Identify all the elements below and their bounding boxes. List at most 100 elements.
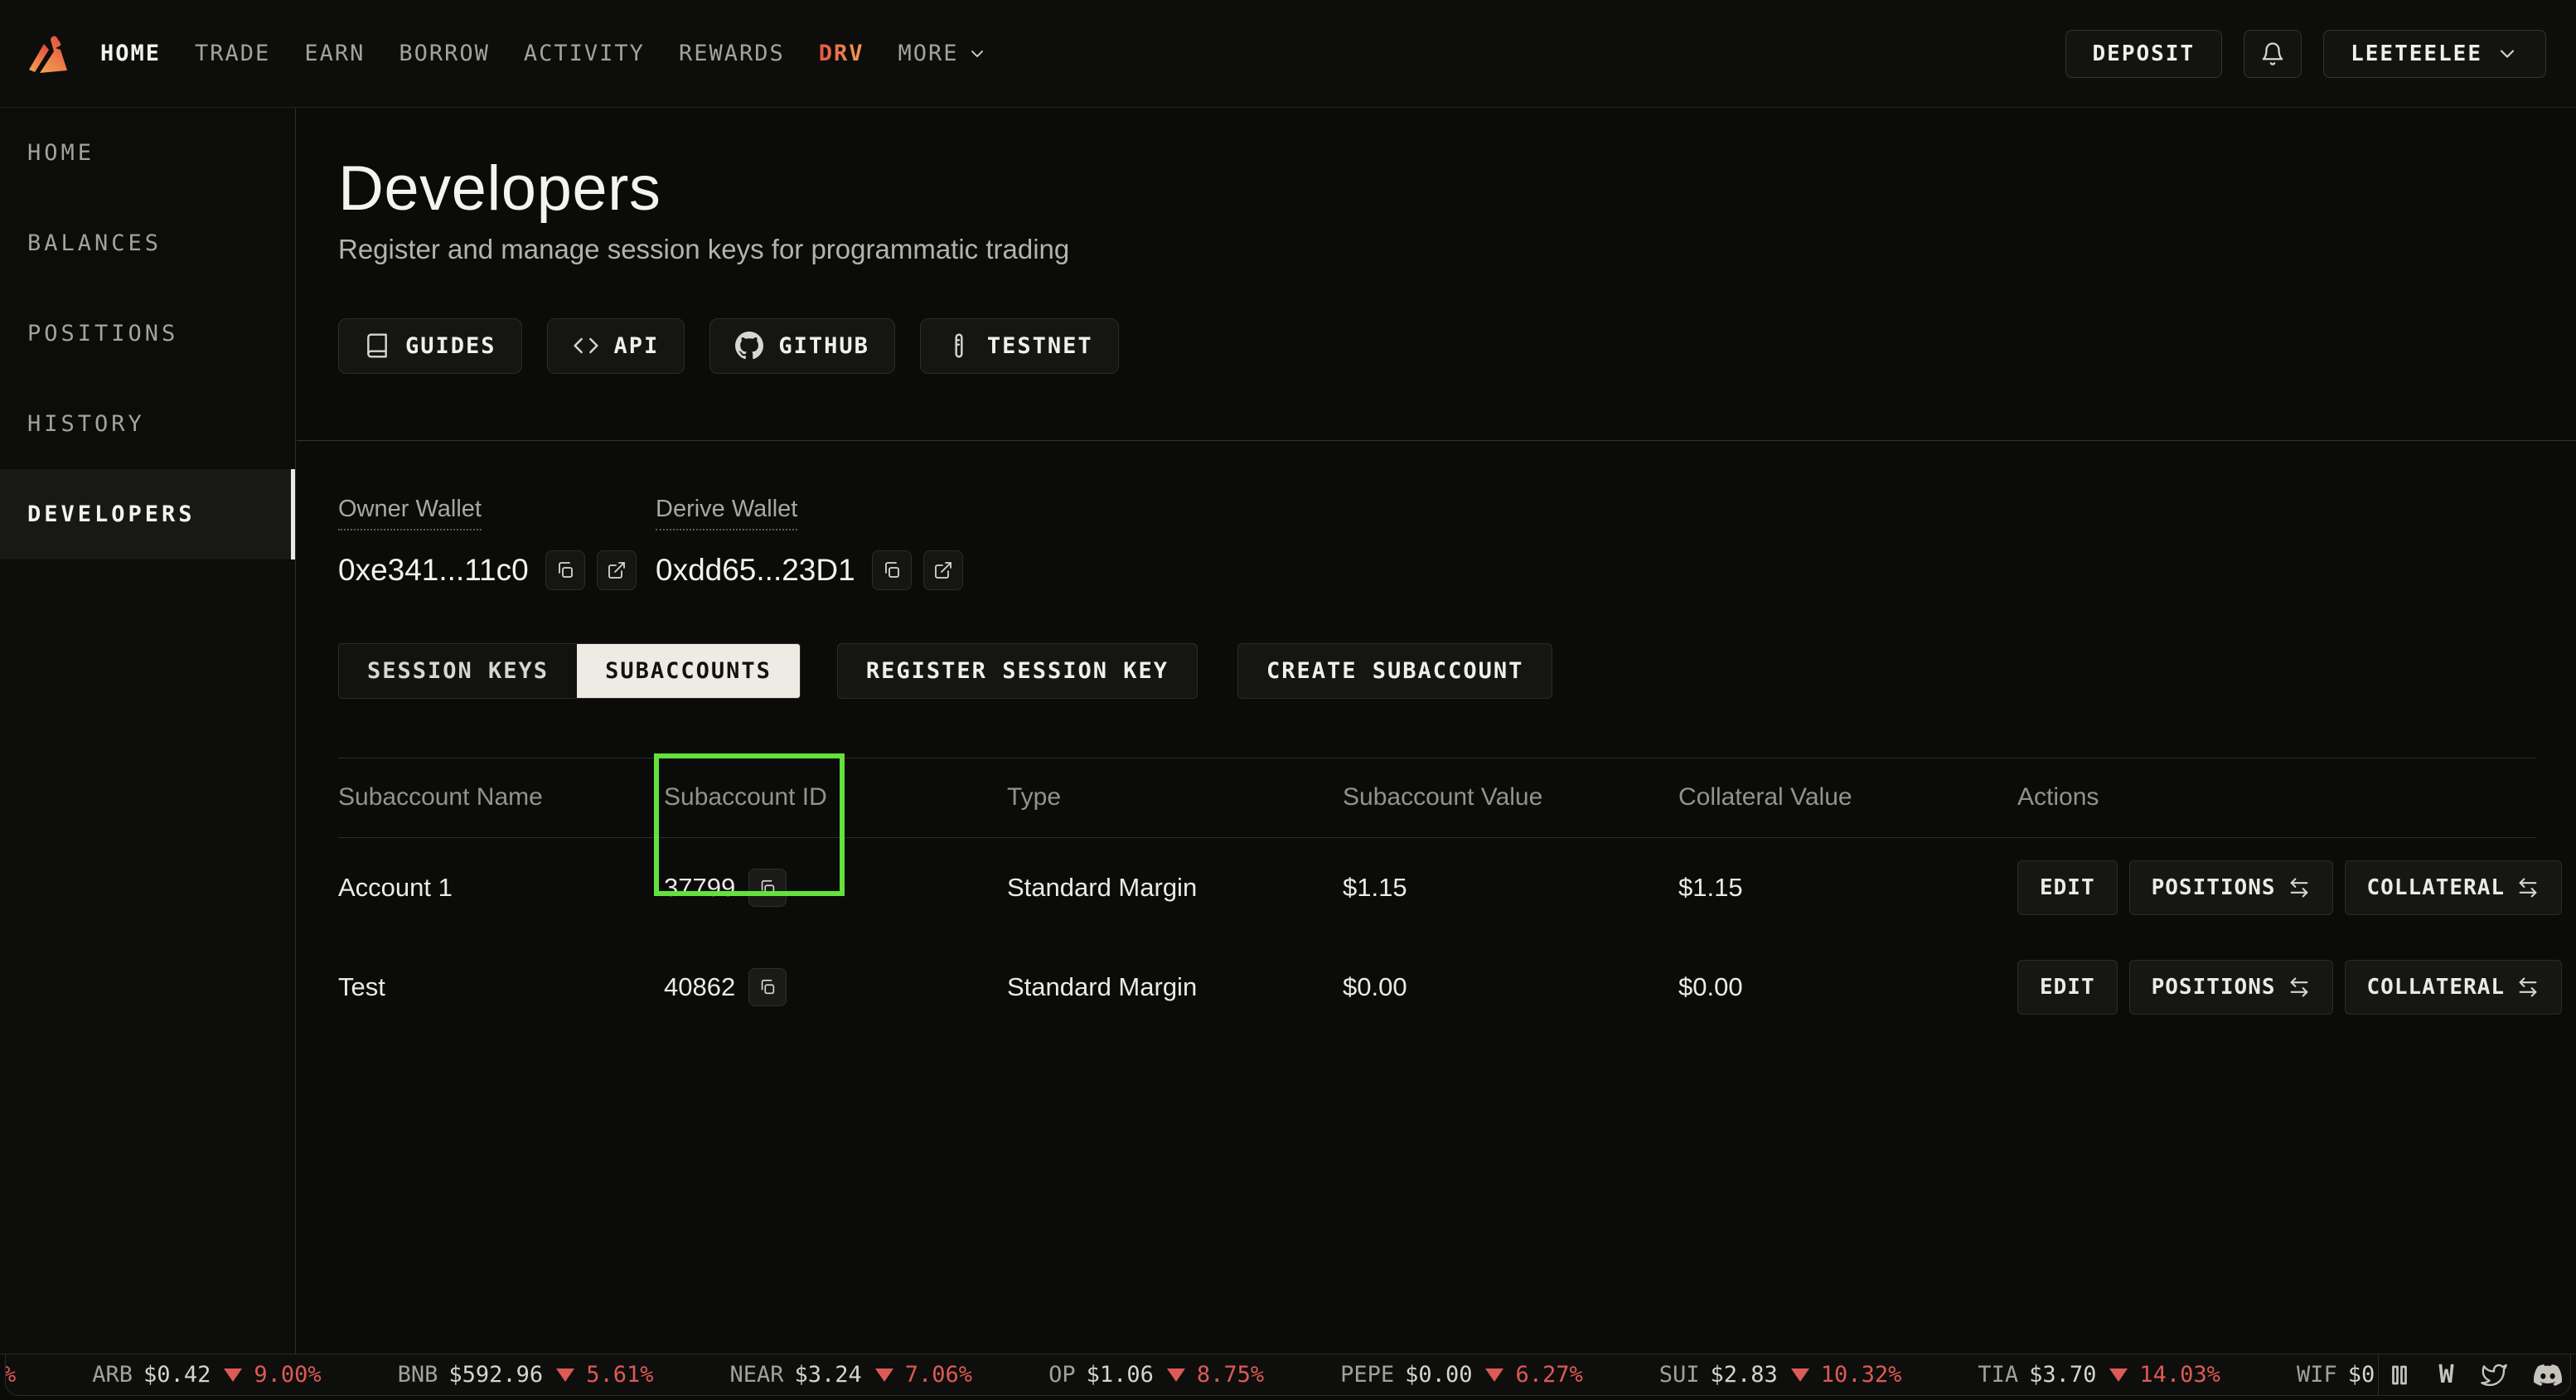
col-subaccount-name: Subaccount Name [338, 783, 664, 811]
col-subaccount-value: Subaccount Value [1343, 783, 1678, 811]
down-triangle-icon [224, 1369, 242, 1382]
api-button[interactable]: API [547, 318, 685, 374]
table-header-row: Subaccount Name Subaccount ID Type Subac… [338, 758, 2536, 838]
copy-icon [882, 560, 902, 580]
transfer-arrows-icon [2516, 976, 2540, 999]
notifications-button[interactable] [2244, 30, 2302, 78]
warpcast-icon[interactable]: W [2438, 1360, 2453, 1389]
derive-copy-button[interactable] [872, 550, 912, 590]
down-triangle-icon [875, 1369, 893, 1382]
tab-session-keys[interactable]: SESSION KEYS [339, 644, 577, 698]
nav-earn[interactable]: EARN [304, 41, 365, 66]
nav-trade[interactable]: TRADE [195, 41, 270, 66]
cell-actions: EDIT POSITIONS COLLATERAL [2017, 860, 2562, 915]
api-label: API [614, 333, 660, 359]
positions-label: POSITIONS [2152, 975, 2276, 1000]
sidebar-item-developers[interactable]: DEVELOPERS [0, 469, 295, 560]
cell-id: 37799 [664, 869, 1007, 907]
copy-id-button[interactable] [748, 869, 787, 907]
ticker-change: 7.06% [905, 1362, 972, 1388]
nav-activity[interactable]: ACTIVITY [524, 41, 645, 66]
testnet-button[interactable]: TESTNET [920, 318, 1119, 374]
external-link-icon [607, 560, 627, 580]
ticker-symbol: SUI [1659, 1362, 1700, 1388]
price-ticker-bar: % ARB $0.42 9.00% BNB $592.96 5.61% NEAR… [0, 1354, 2576, 1400]
topbar-right: DEPOSIT LEETEELEE [2065, 30, 2546, 78]
derive-explorer-button[interactable] [923, 550, 963, 590]
pause-icon[interactable] [2387, 1363, 2412, 1388]
main-nav: HOME TRADE EARN BORROW ACTIVITY REWARDS … [100, 41, 987, 66]
col-type: Type [1007, 783, 1343, 811]
ticker-price: $3.24 [795, 1362, 862, 1388]
nav-borrow[interactable]: BORROW [399, 41, 490, 66]
owner-explorer-button[interactable] [597, 550, 637, 590]
positions-label: POSITIONS [2152, 875, 2276, 900]
ticker-price: $2.83 [1711, 1362, 1778, 1388]
github-icon [735, 332, 763, 360]
collateral-button[interactable]: COLLATERAL [2345, 860, 2563, 915]
twitter-icon[interactable] [2481, 1362, 2507, 1388]
view-switcher: SESSION KEYS SUBACCOUNTS [338, 643, 801, 699]
edit-button[interactable]: EDIT [2017, 860, 2118, 915]
edit-button[interactable]: EDIT [2017, 960, 2118, 1015]
down-triangle-icon [1791, 1369, 1809, 1382]
ticker-item: OP $1.06 8.75% [1048, 1362, 1264, 1388]
table-row: Test 40862 Standard Margin $0.00 $0.00 E… [338, 937, 2536, 1037]
derive-wallet-block: Derive Wallet 0xdd65...23D1 [656, 496, 973, 590]
col-actions: Actions [2017, 783, 2536, 811]
subaccounts-table: Subaccount Name Subaccount ID Type Subac… [338, 758, 2536, 1037]
ticker-item: BNB $592.96 5.61% [398, 1362, 654, 1388]
derive-logo-icon[interactable] [27, 33, 69, 75]
nav-drv[interactable]: DRV [819, 41, 864, 66]
nav-rewards[interactable]: REWARDS [679, 41, 785, 66]
deposit-button[interactable]: DEPOSIT [2065, 30, 2223, 78]
github-button[interactable]: GITHUB [709, 318, 895, 374]
bell-icon [2260, 41, 2285, 66]
down-triangle-icon [1167, 1369, 1185, 1382]
subaccount-id-value: 37799 [664, 873, 735, 903]
create-subaccount-button[interactable]: CREATE SUBACCOUNT [1237, 643, 1552, 699]
guides-button[interactable]: GUIDES [338, 318, 522, 374]
ticker-item: NEAR $3.24 7.06% [729, 1362, 972, 1388]
table-row: Account 1 37799 Standard Margin $1.15 $1… [338, 838, 2536, 937]
cell-type: Standard Margin [1007, 873, 1343, 903]
positions-button[interactable]: POSITIONS [2129, 860, 2333, 915]
subaccount-id-value: 40862 [664, 972, 735, 1002]
register-session-key-button[interactable]: REGISTER SESSION KEY [837, 643, 1198, 699]
derive-wallet-label: Derive Wallet [656, 496, 797, 530]
positions-button[interactable]: POSITIONS [2129, 960, 2333, 1015]
collateral-button[interactable]: COLLATERAL [2345, 960, 2563, 1015]
chevron-down-icon [967, 44, 987, 64]
testnet-label: TESTNET [987, 333, 1093, 359]
discord-icon[interactable] [2534, 1361, 2562, 1389]
sidebar-item-history[interactable]: HISTORY [0, 379, 295, 469]
copy-id-button[interactable] [748, 968, 787, 1006]
tab-subaccounts[interactable]: SUBACCOUNTS [577, 644, 800, 698]
tabs-row: SESSION KEYS SUBACCOUNTS REGISTER SESSIO… [297, 643, 2576, 699]
sidebar-item-balances[interactable]: BALANCES [0, 198, 295, 288]
nav-more[interactable]: MORE [898, 41, 987, 66]
collateral-label: COLLATERAL [2367, 975, 2506, 1000]
ticker-item: TIA $3.70 14.03% [1978, 1362, 2220, 1388]
ticker-item: SUI $2.83 10.32% [1659, 1362, 1902, 1388]
ticker-price: $3.70 [2029, 1362, 2096, 1388]
cell-value: $1.15 [1343, 873, 1678, 903]
ticker-fragment: % [5, 1362, 16, 1388]
account-menu-button[interactable]: LEETEELEE [2323, 30, 2546, 78]
cell-collateral: $1.15 [1678, 873, 2017, 903]
copy-icon [758, 879, 777, 897]
transfer-arrows-icon [2288, 976, 2311, 999]
sidebar-item-home[interactable]: HOME [0, 108, 295, 198]
col-subaccount-id: Subaccount ID [664, 783, 1007, 811]
code-icon [573, 332, 599, 359]
main-content: Developers Register and manage session k… [297, 108, 2576, 1354]
owner-copy-button[interactable] [545, 550, 585, 590]
ticker-social-panel: W [2378, 1354, 2570, 1395]
github-label: GITHUB [778, 333, 869, 359]
copy-icon [555, 560, 575, 580]
nav-home[interactable]: HOME [100, 41, 161, 66]
sidebar-item-positions[interactable]: POSITIONS [0, 288, 295, 379]
ticker-symbol: BNB [398, 1362, 438, 1388]
ticker-price: $592.96 [448, 1362, 543, 1388]
collateral-label: COLLATERAL [2367, 875, 2506, 900]
